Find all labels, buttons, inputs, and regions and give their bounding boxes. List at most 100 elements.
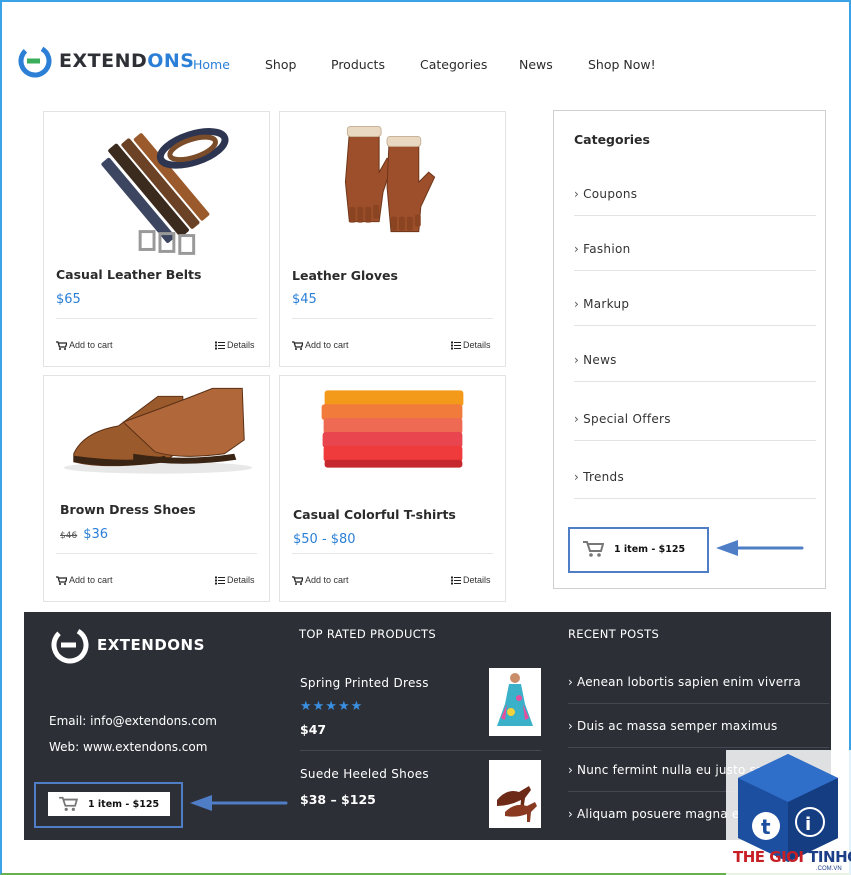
- add-to-cart-label: Add to cart: [305, 575, 349, 585]
- dress-thumbnail[interactable]: [489, 668, 541, 736]
- sale-price: $36: [83, 527, 109, 542]
- watermark-subtext: .COM.VN: [816, 866, 842, 872]
- details-button[interactable]: Details: [451, 340, 491, 350]
- add-to-cart-label: Add to cart: [69, 340, 113, 350]
- footer-logo[interactable]: EXTENDONS: [50, 625, 205, 665]
- top-rated-product-name[interactable]: Spring Printed Dress: [300, 676, 429, 690]
- top-rated-product-name[interactable]: Suede Heeled Shoes: [300, 767, 429, 781]
- card-divider: [56, 553, 257, 554]
- product-card[interactable]: Leather Gloves $45 Add to cart Details: [279, 111, 506, 367]
- cart-icon: [56, 575, 67, 585]
- extendons-logo-icon: [51, 626, 89, 664]
- product-title[interactable]: Casual Leather Belts: [56, 267, 201, 282]
- category-divider: [574, 498, 816, 499]
- shoes-image: [63, 387, 253, 474]
- category-news[interactable]: › News: [574, 353, 816, 367]
- chevron-right-icon: ›: [574, 412, 580, 426]
- cart-icon: [56, 340, 67, 350]
- product-price: $46 $36: [60, 527, 108, 542]
- list-icon: [215, 341, 225, 349]
- recent-post-link[interactable]: › Aenean lobortis sapien enim viverra: [568, 675, 801, 689]
- old-price: $46: [60, 531, 78, 541]
- category-label: Fashion: [583, 242, 631, 256]
- belts-image: [101, 128, 229, 255]
- product-title[interactable]: Casual Colorful T-shirts: [293, 507, 456, 522]
- logo-wordmark: EXTENDONS: [59, 50, 195, 72]
- footer-divider: [568, 747, 829, 748]
- site-logo[interactable]: EXTENDONS: [18, 44, 195, 78]
- tshirts-image: [321, 390, 464, 468]
- logo-text-dark: EXTEND: [59, 50, 148, 72]
- footer-mini-cart[interactable]: 1 item - $125: [48, 792, 170, 816]
- nav-categories[interactable]: Categories: [420, 57, 487, 72]
- category-divider: [574, 215, 816, 216]
- arrow-left-icon: [190, 795, 288, 811]
- add-to-cart-button[interactable]: Add to cart: [56, 340, 113, 350]
- add-to-cart-label: Add to cart: [69, 575, 113, 585]
- product-price: $50 - $80: [293, 532, 356, 547]
- product-title[interactable]: Leather Gloves: [292, 268, 398, 283]
- category-coupons[interactable]: › Coupons: [574, 187, 816, 201]
- card-divider: [292, 553, 493, 554]
- chevron-right-icon: ›: [574, 187, 580, 201]
- category-trends[interactable]: › Trends: [574, 470, 816, 484]
- recent-post-link[interactable]: › Duis ac massa semper maximus: [568, 719, 777, 733]
- card-divider: [56, 318, 257, 319]
- details-button[interactable]: Details: [215, 340, 255, 350]
- nav-home[interactable]: Home: [193, 57, 230, 72]
- heels-thumbnail[interactable]: [489, 760, 541, 828]
- top-rated-heading: TOP RATED PRODUCTS: [299, 627, 436, 641]
- footer-web[interactable]: Web: www.extendons.com: [49, 740, 207, 754]
- product-price: $45: [292, 292, 317, 307]
- add-to-cart-button[interactable]: Add to cart: [292, 575, 349, 585]
- category-label: Trends: [583, 470, 625, 484]
- svg-text:i: i: [805, 814, 811, 835]
- add-to-cart-button[interactable]: Add to cart: [56, 575, 113, 585]
- add-to-cart-button[interactable]: Add to cart: [292, 340, 349, 350]
- cart-icon: [292, 575, 303, 585]
- mini-cart[interactable]: 1 item - $125: [582, 538, 694, 560]
- category-label: Markup: [583, 297, 630, 311]
- footer-email[interactable]: Email: info@extendons.com: [49, 714, 217, 728]
- extendons-logo-icon: [18, 44, 52, 78]
- details-label: Details: [463, 340, 491, 350]
- recent-post-title: Duis ac massa semper maximus: [577, 719, 778, 733]
- footer-wordmark: EXTENDONS: [97, 636, 205, 654]
- details-label: Details: [463, 575, 491, 585]
- category-special-offers[interactable]: › Special Offers: [574, 412, 816, 426]
- category-label: News: [583, 353, 617, 367]
- categories-title: Categories: [574, 132, 650, 147]
- category-divider: [574, 270, 816, 271]
- list-icon: [215, 576, 225, 584]
- footer-divider: [568, 703, 829, 704]
- category-divider: [574, 440, 816, 441]
- details-label: Details: [227, 340, 255, 350]
- nav-news[interactable]: News: [519, 57, 553, 72]
- category-label: Special Offers: [583, 412, 671, 426]
- logo-text-blue: ONS: [147, 50, 195, 72]
- mini-cart-text: 1 item - $125: [88, 798, 160, 810]
- nav-products[interactable]: Products: [331, 57, 385, 72]
- details-button[interactable]: Details: [451, 575, 491, 585]
- arrow-left-icon: [716, 540, 804, 556]
- site-header: EXTENDONS Home Shop Products Categories …: [0, 0, 851, 100]
- product-card[interactable]: Casual Colorful T-shirts $50 - $80 Add t…: [279, 375, 506, 602]
- category-divider: [574, 325, 816, 326]
- nav-shop-now[interactable]: Shop Now!: [588, 57, 656, 72]
- gloves-image: [344, 126, 436, 233]
- chevron-right-icon: ›: [574, 353, 580, 367]
- product-title[interactable]: Brown Dress Shoes: [60, 502, 196, 517]
- add-to-cart-label: Add to cart: [305, 340, 349, 350]
- watermark-text: THE GIOI TINHOC: [733, 848, 851, 866]
- category-markup[interactable]: › Markup: [574, 297, 816, 311]
- details-button[interactable]: Details: [215, 575, 255, 585]
- watermark-text-blue: TINHOC: [808, 848, 851, 866]
- details-label: Details: [227, 575, 255, 585]
- product-card[interactable]: Brown Dress Shoes $46 $36 Add to cart Det…: [43, 375, 270, 602]
- chevron-right-icon: ›: [574, 470, 580, 484]
- category-divider: [574, 381, 816, 382]
- nav-shop[interactable]: Shop: [265, 57, 296, 72]
- watermark-text-red: THE GIOI: [733, 848, 809, 866]
- category-fashion[interactable]: › Fashion: [574, 242, 816, 256]
- product-card[interactable]: Casual Leather Belts $65 Add to cart Det…: [43, 111, 270, 367]
